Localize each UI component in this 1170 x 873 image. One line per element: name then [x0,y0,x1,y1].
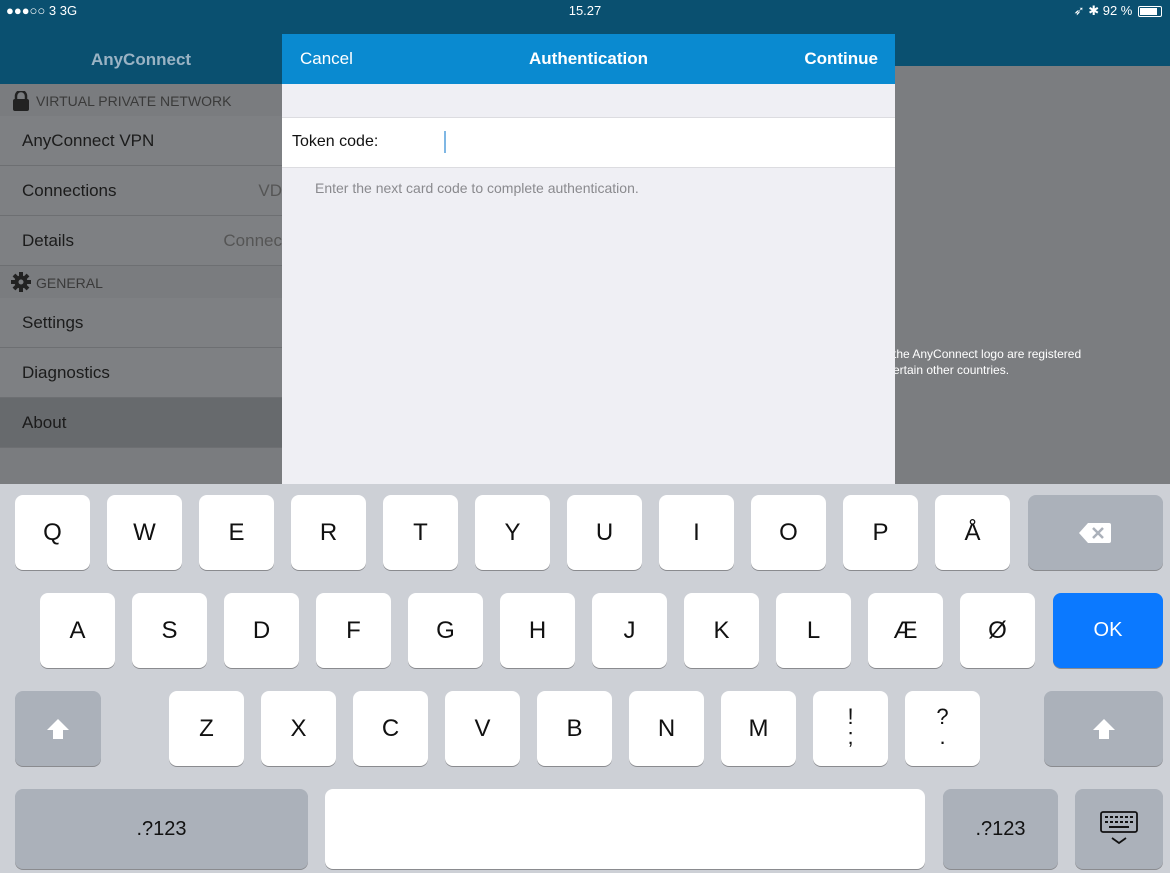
key-s[interactable]: S [132,593,207,668]
key-bottom-char: ; [847,724,854,749]
key-top-char: ? [936,704,949,729]
key-z[interactable]: Z [169,691,244,766]
bluetooth-icon: ✱ [1088,3,1100,18]
key-ae[interactable]: Æ [868,593,943,668]
app-title: AnyConnect [90,50,192,69]
sidebar: VIRTUAL PRIVATE NETWORK AnyConnect VPN C… [0,84,282,484]
legal-line: ertain other countries. [893,363,1010,377]
location-icon: ➶ [1073,3,1085,18]
authentication-dialog: Cancel Authentication Continue Token cod… [282,34,895,484]
key-i[interactable]: I [659,495,734,570]
sidebar-item-details[interactable]: Details Connec [0,216,282,266]
legal-line: the AnyConnect logo are registered [893,347,1082,361]
sidebar-item-about[interactable]: About [0,398,282,448]
token-code-row: Token code: [282,117,895,168]
key-m[interactable]: M [721,691,796,766]
battery-icon [1138,6,1162,18]
sidebar-item-diagnostics[interactable]: Diagnostics [0,348,282,398]
key-k[interactable]: K [684,593,759,668]
dialog-title: Authentication [529,49,648,68]
sidebar-item-value: Connec [223,231,282,250]
gear-icon [11,272,31,292]
instruction-text: Enter the next card code to complete aut… [315,180,639,196]
key-p[interactable]: P [843,495,918,570]
key-w[interactable]: W [107,495,182,570]
key-y[interactable]: Y [475,495,550,570]
battery-percent: 92 % [1102,3,1133,18]
key-f[interactable]: F [316,593,391,668]
key-g[interactable]: G [408,593,483,668]
sidebar-item-connections[interactable]: Connections VD [0,166,282,216]
key-a-ring[interactable]: Å [935,495,1010,570]
continue-button[interactable]: Continue [804,49,878,69]
key-r[interactable]: R [291,495,366,570]
space-bar[interactable] [325,789,925,869]
dismiss-keyboard-key[interactable] [1075,789,1163,869]
sidebar-header: AnyConnect [0,20,282,84]
numbers-key-left[interactable]: .?123 [15,789,308,869]
token-code-label: Token code: [292,133,379,150]
lock-icon [13,91,29,111]
key-b[interactable]: B [537,691,612,766]
token-code-input[interactable] [442,128,886,158]
key-q[interactable]: Q [15,495,90,570]
key-bottom-char: . [939,724,946,749]
sidebar-item-value: VD [258,181,282,200]
key-u[interactable]: U [567,495,642,570]
sidebar-item-label: AnyConnect VPN [22,131,155,150]
section-label-vpn: VIRTUAL PRIVATE NETWORK [36,93,232,109]
key-top-char: ! [847,704,854,729]
sidebar-item-label: About [22,413,67,432]
shift-icon [47,719,69,739]
text-cursor [444,131,446,153]
key-o[interactable]: O [751,495,826,570]
status-right: ➶ ✱ 92 % [1074,3,1162,19]
section-header-general: GENERAL [0,266,282,298]
legal-text: the AnyConnect logo are registered ertai… [893,346,1081,378]
section-label-general: GENERAL [36,275,103,291]
key-c[interactable]: C [353,691,428,766]
shift-icon [1093,719,1115,739]
key-t[interactable]: T [383,495,458,570]
key-e[interactable]: E [199,495,274,570]
key-n[interactable]: N [629,691,704,766]
sidebar-item-label: Connections [22,181,117,200]
sidebar-item-anyconnect-vpn[interactable]: AnyConnect VPN [0,116,282,166]
status-bar: ●●●○○ 3 3G 15.27 ➶ ✱ 92 % [0,0,1170,20]
sidebar-item-settings[interactable]: Settings [0,298,282,348]
key-j[interactable]: J [592,593,667,668]
key-x[interactable]: X [261,691,336,766]
key-v[interactable]: V [445,691,520,766]
sidebar-item-label: Diagnostics [22,363,110,382]
dialog-header: Cancel Authentication Continue [282,34,895,84]
keyboard-dismiss-icon [1100,811,1138,845]
shift-key-right[interactable] [1044,691,1163,766]
backspace-key[interactable] [1028,495,1163,570]
sidebar-item-label: Settings [22,313,84,332]
shift-key-left[interactable] [15,691,101,766]
key-exclaim-semicolon[interactable]: ! ; [813,691,888,766]
status-time: 15.27 [568,3,602,18]
key-a[interactable]: A [40,593,115,668]
key-question-period[interactable]: ? . [905,691,980,766]
numbers-key-right[interactable]: .?123 [943,789,1058,869]
section-header-vpn: VIRTUAL PRIVATE NETWORK [0,84,282,116]
key-l[interactable]: L [776,593,851,668]
key-h[interactable]: H [500,593,575,668]
key-d[interactable]: D [224,593,299,668]
key-o-slash[interactable]: Ø [960,593,1035,668]
sidebar-item-label: Details [22,231,74,250]
ok-button[interactable]: OK [1053,593,1163,668]
on-screen-keyboard: Q W E R T Y U I O P Å A S D F G H J K L … [0,484,1170,873]
backspace-icon [1079,523,1111,543]
